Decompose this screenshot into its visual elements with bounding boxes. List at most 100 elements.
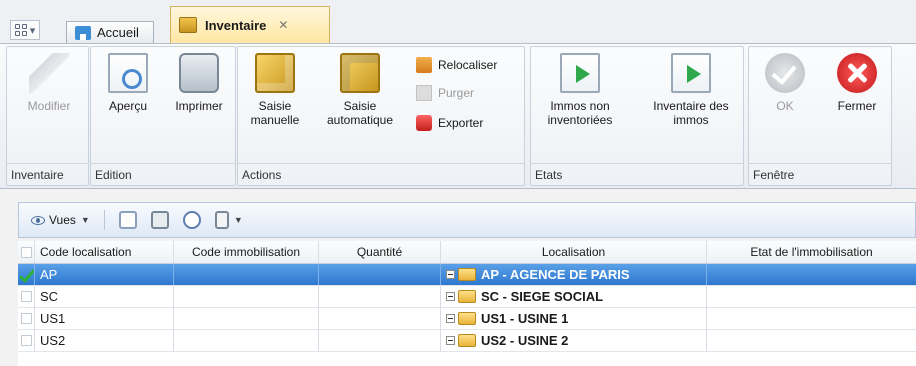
localisation-text: SC - SIEGE SOCIAL: [481, 289, 604, 304]
purger-button[interactable]: Purger: [416, 85, 474, 101]
cell-etat: [707, 286, 916, 307]
apercu-label: Aperçu: [108, 99, 148, 113]
row-check[interactable]: [18, 308, 35, 329]
cell-code-localisation: SC: [35, 286, 174, 307]
preview-icon: [108, 53, 148, 93]
export-icon: [416, 115, 432, 131]
cell-etat: [707, 330, 916, 351]
group-label-etats: Etats: [535, 168, 563, 182]
relocaliser-button[interactable]: Relocaliser: [416, 57, 497, 73]
cell-code-immobilisation: [174, 264, 319, 285]
table-row[interactable]: AP AP - AGENCE DE PARIS: [18, 264, 916, 286]
cube-gear-icon: [340, 53, 380, 93]
checkbox[interactable]: [20, 291, 32, 302]
checkbox[interactable]: [20, 313, 32, 324]
play-doc-icon: [560, 53, 600, 93]
group-label-actions: Actions: [242, 168, 282, 182]
collapse-icon[interactable]: [446, 314, 455, 323]
ribbon-group-etats: Immos non inventoriées Inventaire des im…: [530, 46, 744, 186]
tab-inventaire[interactable]: Inventaire ✕: [170, 6, 330, 43]
pencil-icon: [29, 53, 69, 93]
table-header: Code localisation Code immobilisation Qu…: [18, 241, 916, 264]
inventaire-des-immos-button[interactable]: Inventaire des immos: [643, 53, 739, 127]
localisation-text: US2 - USINE 2: [481, 333, 569, 348]
modifier-button[interactable]: Modifier: [17, 53, 81, 113]
saisie-manuelle-label: Saisie manuelle: [250, 99, 300, 127]
cell-localisation: US1 - USINE 1: [441, 308, 707, 329]
home-icon: [75, 25, 91, 40]
vues-label: Vues: [49, 213, 76, 227]
group-label-fenetre: Fenêtre: [753, 168, 795, 182]
column-header-etat[interactable]: Etat de l'immobilisation: [707, 241, 916, 263]
ribbon-group-edition: Aperçu Imprimer Edition: [90, 46, 236, 186]
close-tab-icon[interactable]: ✕: [278, 18, 288, 32]
immos-non-inventoriees-label: Immos non inventoriées: [547, 99, 613, 127]
printer-icon: [179, 53, 219, 93]
ok-label: OK: [776, 99, 794, 113]
purge-icon: [416, 85, 432, 101]
preview-icon[interactable]: [118, 211, 137, 229]
checkbox[interactable]: [20, 246, 32, 258]
column-header-quantite[interactable]: Quantité: [319, 241, 441, 263]
vues-dropdown[interactable]: Vues ▼: [31, 213, 90, 227]
fermer-button[interactable]: Fermer: [827, 53, 887, 113]
chevron-down-icon: ▼: [233, 215, 243, 225]
group-divider: [238, 163, 524, 164]
cell-code-localisation: US1: [35, 308, 174, 329]
apercu-button[interactable]: Aperçu: [97, 53, 159, 113]
toolbar-separator: [103, 210, 105, 230]
ribbon-group-actions: Saisie manuelle Saisie automatique Reloc…: [237, 46, 525, 186]
immos-non-inventoriees-button[interactable]: Immos non inventoriées: [535, 53, 625, 127]
clipboard-dropdown[interactable]: ▼: [214, 211, 243, 229]
header-select-all[interactable]: [18, 241, 35, 263]
imprimer-label: Imprimer: [175, 99, 223, 113]
tab-switcher-button[interactable]: ▾: [10, 20, 40, 40]
cube-pencil-icon: [255, 53, 295, 93]
group-divider: [91, 163, 235, 164]
group-divider: [749, 163, 891, 164]
exporter-button[interactable]: Exporter: [416, 115, 483, 131]
group-divider: [7, 163, 88, 164]
folder-icon: [458, 268, 476, 281]
cell-localisation: US2 - USINE 2: [441, 330, 707, 351]
collapse-icon[interactable]: [446, 336, 455, 345]
column-header-code-localisation[interactable]: Code localisation: [35, 241, 174, 263]
ok-button[interactable]: OK: [757, 53, 813, 113]
cell-localisation: AP - AGENCE DE PARIS: [441, 264, 707, 285]
tab-accueil[interactable]: Accueil: [66, 21, 154, 43]
tab-accueil-label: Accueil: [97, 25, 139, 40]
play-doc-icon: [671, 53, 711, 93]
collapse-icon[interactable]: [446, 270, 455, 279]
cell-quantite: [319, 286, 441, 307]
localisation-text: US1 - USINE 1: [481, 311, 569, 326]
column-header-localisation[interactable]: Localisation: [441, 241, 707, 263]
cell-etat: [707, 308, 916, 329]
column-header-code-immobilisation[interactable]: Code immobilisation: [174, 241, 319, 263]
row-check[interactable]: [18, 286, 35, 307]
imprimer-button[interactable]: Imprimer: [167, 53, 231, 113]
table-row[interactable]: SC SC - SIEGE SOCIAL: [18, 286, 916, 308]
checkbox[interactable]: [20, 335, 32, 346]
fermer-label: Fermer: [837, 99, 877, 113]
tab-strip: ▾ Accueil Inventaire ✕: [0, 0, 916, 43]
purger-label: Purger: [438, 86, 475, 100]
row-check[interactable]: [18, 330, 35, 351]
group-label-edition: Edition: [95, 168, 132, 182]
cell-localisation: SC - SIEGE SOCIAL: [441, 286, 707, 307]
ok-check-icon: [765, 53, 805, 93]
group-divider: [531, 163, 743, 164]
check-icon: [20, 269, 32, 281]
saisie-automatique-button[interactable]: Saisie automatique: [320, 53, 400, 127]
collapse-icon[interactable]: [446, 292, 455, 301]
table-row[interactable]: US2 US2 - USINE 2: [18, 330, 916, 352]
saisie-automatique-label: Saisie automatique: [326, 99, 394, 127]
group-label-inventaire: Inventaire: [11, 168, 64, 182]
ribbon-group-inventaire: Modifier Inventaire: [6, 46, 89, 186]
email-icon[interactable]: [182, 211, 201, 229]
row-check[interactable]: [18, 264, 35, 285]
table-row[interactable]: US1 US1 - USINE 1: [18, 308, 916, 330]
printer-icon[interactable]: [150, 211, 169, 229]
cell-code-localisation: AP: [35, 264, 174, 285]
saisie-manuelle-button[interactable]: Saisie manuelle: [244, 53, 306, 127]
folder-icon: [458, 290, 476, 303]
